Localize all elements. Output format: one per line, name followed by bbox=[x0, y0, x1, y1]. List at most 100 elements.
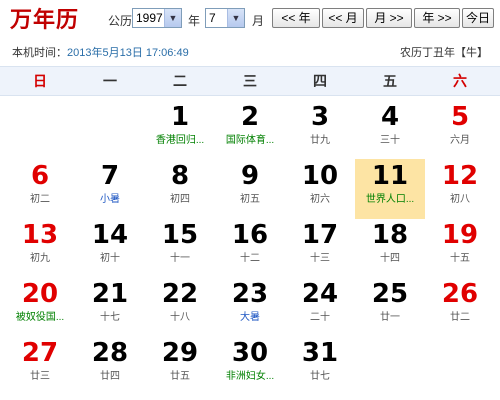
day-number: 1 bbox=[170, 102, 190, 132]
next-month-button[interactable]: 月 >> bbox=[366, 8, 412, 28]
chevron-down-icon: ▼ bbox=[164, 9, 181, 27]
day-number: 9 bbox=[240, 161, 260, 191]
lunar-or-festival-label: 十一 bbox=[170, 253, 190, 264]
day-cell[interactable]: 8 初四 bbox=[145, 159, 215, 219]
lunar-or-festival-label: 世界人口... bbox=[365, 194, 415, 205]
day-number: 14 bbox=[91, 220, 129, 250]
day-cell[interactable]: 6 初二 bbox=[5, 159, 75, 219]
day-cell[interactable]: 2 国际体育... bbox=[215, 100, 285, 160]
year-suffix-label: 年 bbox=[188, 14, 201, 28]
day-cell[interactable]: 20 被奴役国... bbox=[5, 277, 75, 337]
day-number: 23 bbox=[231, 279, 269, 309]
day-cell[interactable]: 25 廿一 bbox=[355, 277, 425, 337]
lunar-or-festival-label: 六月 bbox=[450, 135, 470, 146]
lunar-or-festival-label: 非洲妇女... bbox=[225, 371, 275, 382]
year-select[interactable]: 1997 ▼ bbox=[132, 8, 182, 28]
weekday-sun: 日 bbox=[33, 73, 47, 89]
day-cell[interactable]: 17 十三 bbox=[285, 218, 355, 278]
lunar-or-festival-label: 廿二 bbox=[450, 312, 470, 323]
day-number: 28 bbox=[91, 338, 129, 368]
lunar-or-festival-label: 廿五 bbox=[170, 371, 190, 382]
lunar-year: 农历丁丑年【牛】 bbox=[400, 47, 488, 59]
day-cell[interactable]: 21 十七 bbox=[75, 277, 145, 337]
lunar-or-festival-label: 二十 bbox=[310, 312, 330, 323]
empty-day-cell bbox=[75, 100, 145, 160]
day-cell[interactable]: 1 香港回归... bbox=[145, 100, 215, 160]
day-number: 25 bbox=[371, 279, 409, 309]
today-button[interactable]: 今日 bbox=[462, 8, 494, 28]
day-number: 20 bbox=[21, 279, 59, 309]
day-cell[interactable]: 26 廿二 bbox=[425, 277, 495, 337]
day-number: 15 bbox=[161, 220, 199, 250]
day-number: 19 bbox=[441, 220, 479, 250]
lunar-or-festival-label: 被奴役国... bbox=[15, 312, 65, 323]
weekday-header: 日 一 二 三 四 五 六 bbox=[0, 66, 500, 96]
lunar-or-festival-label: 大暑 bbox=[240, 312, 260, 323]
day-cell[interactable]: 27 廿三 bbox=[5, 336, 75, 396]
day-cell[interactable]: 16 十二 bbox=[215, 218, 285, 278]
weekday-sat: 六 bbox=[453, 73, 467, 89]
day-cell[interactable]: 24 二十 bbox=[285, 277, 355, 337]
month-select[interactable]: 7 ▼ bbox=[205, 8, 245, 28]
day-cell[interactable]: 11 世界人口... bbox=[355, 159, 425, 219]
day-cell[interactable]: 22 十八 bbox=[145, 277, 215, 337]
day-cell[interactable]: 19 十五 bbox=[425, 218, 495, 278]
day-number: 27 bbox=[21, 338, 59, 368]
day-cell[interactable]: 29 廿五 bbox=[145, 336, 215, 396]
day-number: 7 bbox=[100, 161, 120, 191]
day-number: 31 bbox=[301, 338, 339, 368]
day-cell[interactable]: 12 初八 bbox=[425, 159, 495, 219]
day-number: 11 bbox=[371, 161, 409, 191]
day-cell[interactable]: 30 非洲妇女... bbox=[215, 336, 285, 396]
day-cell[interactable]: 3 廿九 bbox=[285, 100, 355, 160]
day-number: 30 bbox=[231, 338, 269, 368]
day-number: 8 bbox=[170, 161, 190, 191]
local-time-value: 2013年5月13日 17:06:49 bbox=[67, 47, 189, 59]
day-cell[interactable]: 5 六月 bbox=[425, 100, 495, 160]
day-number: 3 bbox=[310, 102, 330, 132]
day-number: 2 bbox=[240, 102, 260, 132]
day-cell[interactable]: 15 十一 bbox=[145, 218, 215, 278]
day-number: 29 bbox=[161, 338, 199, 368]
lunar-or-festival-label: 十二 bbox=[240, 253, 260, 264]
lunar-or-festival-label: 十三 bbox=[310, 253, 330, 264]
weekday-thu: 四 bbox=[313, 73, 327, 89]
lunar-or-festival-label: 初九 bbox=[30, 253, 50, 264]
next-year-button[interactable]: 年 >> bbox=[414, 8, 460, 28]
lunar-or-festival-label: 初六 bbox=[310, 194, 330, 205]
day-number: 4 bbox=[380, 102, 400, 132]
day-cell[interactable]: 31 廿七 bbox=[285, 336, 355, 396]
lunar-or-festival-label: 初十 bbox=[100, 253, 120, 264]
local-time: 本机时间：2013年5月13日 17:06:49 bbox=[12, 44, 189, 60]
day-cell[interactable]: 9 初五 bbox=[215, 159, 285, 219]
day-number: 12 bbox=[441, 161, 479, 191]
day-number: 17 bbox=[301, 220, 339, 250]
weekday-mon: 一 bbox=[103, 73, 117, 89]
empty-day-cell bbox=[5, 100, 75, 160]
day-number: 13 bbox=[21, 220, 59, 250]
prev-year-button[interactable]: << 年 bbox=[272, 8, 320, 28]
chevron-down-icon: ▼ bbox=[227, 9, 244, 27]
lunar-or-festival-label: 三十 bbox=[380, 135, 400, 146]
lunar-or-festival-label: 廿七 bbox=[310, 371, 330, 382]
day-cell[interactable]: 23 大暑 bbox=[215, 277, 285, 337]
prev-month-button[interactable]: << 月 bbox=[322, 8, 364, 28]
day-number: 10 bbox=[301, 161, 339, 191]
day-number: 21 bbox=[91, 279, 129, 309]
lunar-or-festival-label: 国际体育... bbox=[225, 135, 275, 146]
day-cell[interactable]: 28 廿四 bbox=[75, 336, 145, 396]
day-cell[interactable]: 10 初六 bbox=[285, 159, 355, 219]
day-cell[interactable]: 13 初九 bbox=[5, 218, 75, 278]
day-number: 6 bbox=[30, 161, 50, 191]
day-cell[interactable]: 4 三十 bbox=[355, 100, 425, 160]
lunar-or-festival-label: 廿三 bbox=[30, 371, 50, 382]
day-cell[interactable]: 14 初十 bbox=[75, 218, 145, 278]
lunar-or-festival-label: 十八 bbox=[170, 312, 190, 323]
day-cell[interactable]: 7 小暑 bbox=[75, 159, 145, 219]
day-number: 18 bbox=[371, 220, 409, 250]
day-cell[interactable]: 18 十四 bbox=[355, 218, 425, 278]
lunar-or-festival-label: 廿九 bbox=[310, 135, 330, 146]
lunar-or-festival-label: 初二 bbox=[30, 194, 50, 205]
day-number: 5 bbox=[450, 102, 470, 132]
lunar-or-festival-label: 廿一 bbox=[380, 312, 400, 323]
